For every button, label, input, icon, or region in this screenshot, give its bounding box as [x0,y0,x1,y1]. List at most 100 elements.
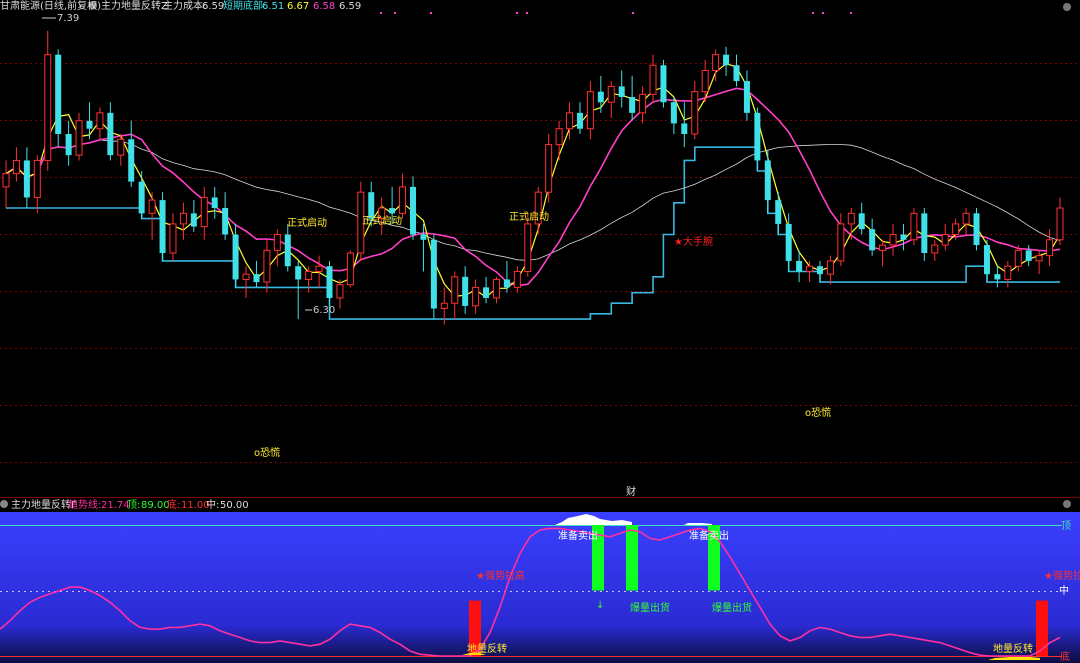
finance-marker: 财 [626,485,636,498]
signal-start-1: 正式启动 [287,216,327,229]
stock-title: 甘肃能源(日线,前复权) [0,0,101,12]
candle-body [305,271,313,280]
reversal-label-1: 地量反转 [467,642,507,655]
candle-body [440,302,448,310]
panic-label-1: o恐慌 [254,447,280,459]
candle-body [1056,207,1064,241]
candle-body [806,265,814,273]
candle-body [409,186,416,235]
event-tick [822,12,824,14]
cost-label: 主力成本: [163,0,206,12]
candle-body [764,160,771,201]
candle-body [430,239,437,309]
low-label: 6.30 [313,305,335,316]
candle-body [723,54,730,66]
candle-body [785,223,792,261]
short-bottom-value-4: 6.59 [339,1,361,12]
candle-body [869,229,876,251]
candle-body [33,159,41,198]
top-label: 顶: [127,499,140,511]
trend-label: 趋势线: [68,498,101,511]
candle-body [910,212,918,241]
panel-close-icon[interactable] [1063,3,1071,11]
candle-body [263,249,271,283]
chart-canvas: 7.39 6.30 正式启动 正式启动 正式启动 ★大手腕 o恐慌 o恐慌 财 … [0,0,1080,663]
candle-body [889,233,897,246]
candle-body [555,128,563,146]
candle-body [284,234,291,267]
event-tick [632,12,634,14]
indicator-title[interactable]: 主力地量反转Z [101,0,168,12]
candle-body [941,233,949,246]
candle-body [586,91,594,130]
candle-body [86,120,93,129]
candle-body [472,286,480,307]
signal-start-2: 正式启动 [362,214,402,227]
panel-close-icon-2[interactable] [1063,500,1071,508]
candle-body [253,274,260,283]
candle-body [629,96,636,113]
candle-body [346,252,354,286]
candle-body [190,213,197,227]
candle-body [826,260,834,275]
candle-body [566,112,574,130]
candle-body [660,65,667,103]
indicator-settings-icon-2[interactable] [0,500,8,508]
candle-body [315,265,323,273]
candle-body [462,276,469,306]
candle-body [952,223,960,235]
candle-body [138,181,145,214]
candle-body [597,91,604,103]
master-label-2: ★强势拉高 [1044,569,1080,582]
event-tick [516,12,518,14]
bottom-header: 主力地量反转F 趋势线: 21.74 顶: 89.00 底: 11.00 中: … [0,498,249,511]
breakout-label-1: 爆量出货 [630,601,670,614]
candle-body [796,260,803,272]
candle-body [232,234,239,280]
candle-body [1014,249,1022,267]
reversal-bar [1036,600,1048,656]
indicator-panel [0,512,1080,663]
candle-body [242,273,250,280]
event-tick [394,12,396,14]
candle-body [513,271,521,288]
axis-bottom-label: 底 [1060,650,1070,663]
short-bottom-value-1: 6.51 [262,1,284,12]
event-tick [850,12,852,14]
candle-body [837,223,845,262]
panic-label-2: o恐慌 [805,407,831,419]
candle-body [900,234,907,240]
candle-body [295,266,302,280]
candle-body [399,186,407,214]
candle-body [128,139,135,182]
signal-start-3: 正式启动 [509,210,549,223]
signal-big-hand: ★大手腕 [674,235,713,248]
candle-body [733,65,740,82]
candle-body [681,123,688,134]
candle-body [701,70,709,93]
candle-body [222,208,229,235]
candle-body [389,208,396,214]
top-header: 甘肃能源(日线,前复权) 主力地量反转Z 主力成本: 6.59 短期底部: 6.… [0,0,361,12]
short-bottom-label: 短期底部: [223,0,266,12]
candle-body [524,223,532,273]
top-value: 89.00 [141,500,170,511]
mid-value: 50.00 [220,500,249,511]
candle-body [96,112,104,130]
candle-body [931,244,939,254]
candle-body [492,278,500,299]
short-bottom-value-3: 6.58 [313,1,335,12]
candle-body [169,223,177,254]
candle-body [921,213,928,253]
down-arrow: ↓ [596,600,604,611]
cost-value: 6.59 [202,1,224,12]
candle-body [12,159,20,175]
candle-body [107,112,114,156]
event-tick [430,12,432,14]
event-tick [380,12,382,14]
candle-body [618,86,625,97]
candle-body [1046,239,1054,257]
candle-body [75,120,83,156]
candle-body [962,212,970,225]
candle-body [503,279,510,288]
